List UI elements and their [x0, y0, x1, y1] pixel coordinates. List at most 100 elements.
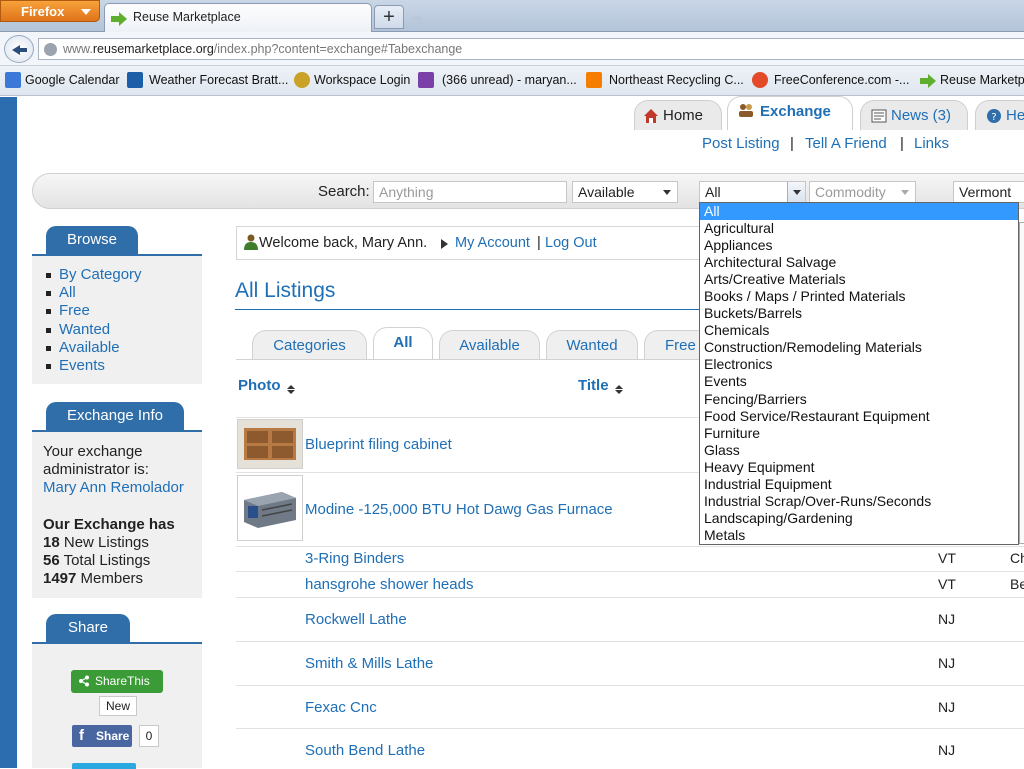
my-account-link[interactable]: My Account — [455, 235, 530, 251]
listing-state: NJ — [938, 699, 956, 715]
category-option[interactable]: Landscaping/Gardening — [700, 510, 1018, 527]
listing-state: NJ — [938, 742, 956, 758]
bookmark-weather-forecast[interactable]: Weather Forecast Bratt... — [149, 73, 288, 87]
firefox-menu-label: Firefox — [21, 4, 65, 19]
browse-wanted-label[interactable]: Wanted — [59, 321, 110, 338]
category-option[interactable]: Furniture — [700, 425, 1018, 442]
tab-exchange-label: Exchange — [760, 103, 831, 120]
listing-title-link[interactable]: 3-Ring Binders — [305, 550, 404, 567]
sharethis-button[interactable]: ShareThis — [71, 670, 163, 693]
sort-icon[interactable] — [286, 385, 295, 394]
status-select[interactable]: Available — [572, 181, 678, 203]
category-option[interactable]: Architectural Salvage — [700, 254, 1018, 271]
status-select-value: Available — [578, 184, 635, 200]
back-button[interactable] — [4, 35, 34, 63]
chevron-down-icon — [81, 9, 91, 15]
category-option[interactable]: Construction/Remodeling Materials — [700, 339, 1018, 356]
facebook-share-button[interactable]: f Share — [72, 725, 132, 747]
browse-header: Browse — [46, 226, 138, 254]
browse-wanted[interactable]: Wanted — [45, 321, 142, 339]
tab-available[interactable]: Available — [439, 330, 540, 360]
bookmark-unread-mail[interactable]: (366 unread) - maryan... — [442, 73, 577, 87]
title-rule — [235, 309, 705, 310]
category-option[interactable]: Appliances — [700, 237, 1018, 254]
category-option[interactable]: Events — [700, 373, 1018, 390]
sublink-separator: | — [900, 135, 904, 152]
bookmark-reuse-marketplace[interactable]: Reuse Marketp — [940, 73, 1024, 87]
tab-help[interactable]: ? He — [975, 100, 1024, 130]
page-title: All Listings — [235, 279, 336, 302]
category-option[interactable]: Books / Maps / Printed Materials — [700, 288, 1018, 305]
tab-help-label: He — [1006, 107, 1024, 124]
category-option[interactable]: Buckets/Barrels — [700, 305, 1018, 322]
bookmark-google-calendar[interactable]: Google Calendar — [25, 73, 120, 87]
listing-thumbnail[interactable] — [237, 419, 303, 469]
browse-all[interactable]: All — [45, 284, 142, 302]
log-out-link[interactable]: Log Out — [545, 235, 597, 251]
listing-title-link[interactable]: hansgrohe shower heads — [305, 576, 473, 593]
admin-name-link[interactable]: Mary Ann Remolador — [43, 479, 184, 496]
category-option[interactable]: Industrial Equipment — [700, 476, 1018, 493]
links-link[interactable]: Links — [914, 135, 949, 152]
browse-by-category-label[interactable]: By Category — [59, 266, 142, 283]
stat-members: 1497 Members — [43, 570, 143, 587]
bookmark-northeast-recycling[interactable]: Northeast Recycling C... — [609, 73, 744, 87]
browse-free-label[interactable]: Free — [59, 302, 90, 319]
category-option[interactable]: Chemicals — [700, 322, 1018, 339]
listing-title-link[interactable]: Rockwell Lathe — [305, 611, 407, 628]
category-option[interactable]: Heavy Equipment — [700, 459, 1018, 476]
category-option[interactable]: Industrial Scrap/Over-Runs/Seconds — [700, 493, 1018, 510]
stat-count: 56 — [43, 552, 60, 569]
tab-news[interactable]: News (3) — [860, 100, 968, 130]
tab-categories[interactable]: Categories — [252, 330, 367, 360]
listing-title-link[interactable]: Modine -125,000 BTU Hot Dawg Gas Furnace — [305, 501, 613, 518]
address-bar[interactable]: www.reusemarketplace.org/index.php?conte… — [38, 38, 1024, 60]
column-photo[interactable]: Photo — [238, 377, 295, 394]
column-title[interactable]: Title — [578, 377, 623, 394]
state-select[interactable]: Vermont — [953, 181, 1024, 203]
bookmark-freeconference[interactable]: FreeConference.com -... — [774, 73, 909, 87]
sort-icon[interactable] — [614, 385, 623, 394]
browse-by-category[interactable]: By Category — [45, 266, 142, 284]
category-option[interactable]: Glass — [700, 442, 1018, 459]
stat-total-listings: 56 Total Listings — [43, 552, 150, 569]
listing-title-link[interactable]: Smith & Mills Lathe — [305, 655, 433, 672]
commodity-select[interactable]: Commodity — [809, 181, 916, 203]
category-option[interactable]: Fencing/Barriers — [700, 391, 1018, 408]
listing-thumbnail[interactable] — [237, 475, 303, 541]
browse-available-label[interactable]: Available — [59, 339, 120, 356]
category-option[interactable]: Electronics — [700, 356, 1018, 373]
category-option[interactable]: All — [700, 203, 1018, 221]
new-tab-button[interactable]: + — [374, 5, 404, 29]
listing-title-link[interactable]: South Bend Lathe — [305, 742, 425, 759]
account-separator: | — [537, 235, 541, 251]
browse-all-label[interactable]: All — [59, 284, 76, 301]
tell-a-friend-link[interactable]: Tell A Friend — [805, 135, 887, 152]
facebook-icon: f — [79, 727, 84, 744]
tab-wanted[interactable]: Wanted — [546, 330, 638, 360]
post-listing-link[interactable]: Post Listing — [702, 135, 780, 152]
column-title-label: Title — [578, 377, 609, 394]
browse-events[interactable]: Events — [45, 357, 142, 375]
bookmark-workspace-login[interactable]: Workspace Login — [314, 73, 410, 87]
tab-home[interactable]: Home — [634, 100, 722, 130]
category-select[interactable]: All — [699, 181, 806, 203]
browse-events-label[interactable]: Events — [59, 357, 105, 374]
category-option[interactable]: Food Service/Restaurant Equipment — [700, 408, 1018, 425]
browse-free[interactable]: Free — [45, 302, 142, 320]
bookmarks-bar: Google Calendar Weather Forecast Bratt..… — [0, 66, 1024, 96]
listing-title-link[interactable]: Fexac Cnc — [305, 699, 377, 716]
category-option[interactable]: Metals — [700, 527, 1018, 544]
twitter-share-button[interactable] — [72, 763, 136, 769]
category-option[interactable]: Agricultural — [700, 220, 1018, 237]
tab-all[interactable]: All — [373, 327, 433, 360]
category-dropdown-button[interactable] — [787, 182, 805, 202]
browser-tab-reuse-marketplace[interactable]: Reuse Marketplace — [104, 3, 372, 32]
tab-exchange[interactable]: Exchange — [727, 96, 853, 130]
listing-title-link[interactable]: Blueprint filing cabinet — [305, 436, 452, 453]
browse-available[interactable]: Available — [45, 339, 142, 357]
category-option[interactable]: Arts/Creative Materials — [700, 271, 1018, 288]
category-dropdown-list[interactable]: All Agricultural Appliances Architectural S… — [699, 202, 1019, 545]
search-input[interactable]: Anything — [373, 181, 567, 203]
firefox-menu-button[interactable]: Firefox — [0, 0, 100, 22]
